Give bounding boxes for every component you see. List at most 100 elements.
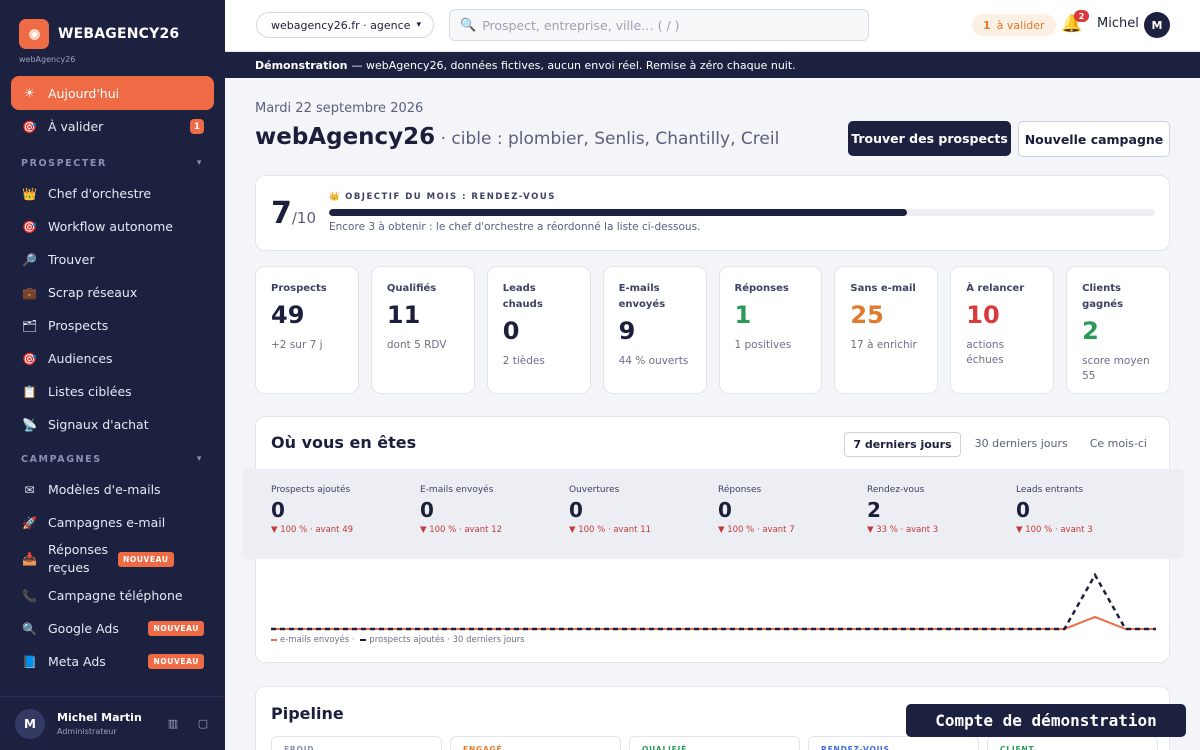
stat-card-prospects[interactable]: Prospects 49 +2 sur 7 j [255, 266, 359, 394]
target-icon: 🎯 [22, 119, 37, 134]
stat-label: Sans e-mail [850, 283, 916, 294]
stat-card-sans-e-mail[interactable]: Sans e-mail 25 17 à enrichir [834, 266, 939, 394]
search-icon: 🔍 [22, 621, 37, 636]
collapse-sidebar-icon[interactable]: ▢ [196, 717, 210, 731]
sidebar-item-label: Scrap réseaux [48, 285, 138, 300]
crown-icon: 👑 [22, 186, 37, 201]
sidebar-item-signaux-d-achat[interactable]: 📡 Signaux d'achat [11, 408, 214, 441]
goal-note: Encore 3 à obtenir : le chef d'orchestre… [329, 221, 701, 233]
sidebar-item-meta-ads[interactable]: 📘 Meta Ads NOUVEAU [11, 645, 214, 678]
stat-label: Réponses [734, 283, 789, 294]
stat-card-qualifies[interactable]: Qualifiés 11 dont 5 RDV [370, 266, 475, 394]
sidebar-section-campagnes[interactable]: CAMPAGNES ▾ [0, 445, 225, 473]
new-badge: NOUVEAU [148, 621, 204, 636]
progress-title: Où vous en êtes [271, 433, 417, 452]
pipeline-column-client[interactable]: CLIENT [987, 736, 1158, 750]
stat-value: 49 [271, 301, 305, 329]
stat-sub: dont 5 RDV [386, 339, 447, 351]
sidebar-item-campagnes-e-mail[interactable]: 🚀 Campagnes e-mail [11, 506, 214, 539]
activity-chart [271, 572, 1156, 631]
pipeline-column-engage[interactable]: ENGAGÉ [450, 736, 621, 750]
section-title: PROSPECTER [21, 157, 107, 169]
to-validate-label: à valider [996, 18, 1045, 32]
pipeline-columns: FROID ENGAGÉ QUALIFIÉ RENDEZ-VOUS CLIENT [271, 736, 1158, 750]
user-role: Administrateur [57, 727, 117, 736]
stat-card-clients-gagnes[interactable]: Clients gagnés 2 score moyen 55 [1066, 266, 1170, 394]
stat-label: Clients gagnés [1082, 283, 1124, 310]
find-prospects-button[interactable]: Trouver des prospects [848, 121, 1011, 156]
sidebar-item-listes-ciblees[interactable]: 📋 Listes ciblées [11, 375, 214, 408]
chevron-down-icon: ▾ [196, 454, 203, 464]
agency-select[interactable]: webagency26.fr · agence ▾ [256, 12, 434, 38]
inbox-icon: 📥 [22, 552, 37, 566]
sidebar-item-prospects[interactable]: 🗂 Prospects [11, 309, 214, 342]
top-avatar[interactable]: M [1144, 12, 1170, 38]
stat-sub: actions échues [966, 339, 1005, 366]
meta-icon: 📘 [22, 654, 37, 669]
tab-30-derniers-jours[interactable]: 30 derniers jours [967, 432, 1076, 457]
stat-card-a-relancer[interactable]: À relancer 10 actions échues [950, 266, 1055, 394]
new-badge: NOUVEAU [118, 551, 174, 567]
sidebar-item-label: Audiences [48, 351, 113, 366]
stat-card-reponses[interactable]: Réponses 1 1 positives [718, 266, 823, 394]
demo-banner-bold: Démonstration [255, 58, 348, 72]
metric-label: Rendez-vous [867, 485, 925, 495]
clipboard-icon: 📋 [22, 384, 37, 399]
new-campaign-button[interactable]: Nouvelle campagne [1018, 121, 1170, 157]
stat-label: À relancer [966, 283, 1025, 294]
sidebar-item-label: Google Ads [48, 621, 119, 636]
sidebar-item-scrap-reseaux[interactable]: 💼 Scrap réseaux [11, 276, 214, 309]
tab-7-derniers-jours[interactable]: 7 derniers jours [844, 432, 961, 457]
top-user-name[interactable]: Michel [1097, 16, 1139, 31]
building-icon[interactable]: ▥ [166, 717, 180, 731]
pipeline-column-rendez-vous[interactable]: RENDEZ-VOUS [808, 736, 979, 750]
brand[interactable]: WEBAGENCY26 [0, 0, 225, 49]
sidebar-item-label: Workflow autonome [48, 219, 173, 234]
metric-value: 0 [718, 498, 732, 522]
sidebar-item-chef-d-orchestre[interactable]: 👑 Chef d'orchestre [11, 177, 214, 210]
page-date: Mardi 22 septembre 2026 [255, 101, 424, 116]
sidebar-item-google-ads[interactable]: 🔍 Google Ads NOUVEAU [11, 612, 214, 645]
sidebar-user[interactable]: M Michel Martin Administrateur ▥ ▢ [0, 696, 225, 750]
tab-ce-mois-ci[interactable]: Ce mois-ci [1082, 432, 1155, 457]
stat-label: Qualifiés [386, 283, 437, 294]
stat-value: 11 [386, 301, 421, 329]
target-icon: 🎯 [22, 219, 37, 234]
sidebar-item-label: Meta Ads [48, 654, 106, 669]
stat-sub: 44 % ouverts [618, 355, 689, 367]
metric-label: Réponses [718, 485, 762, 495]
sidebar-item-campagne-telephone[interactable]: 📞 Campagne téléphone [11, 579, 214, 612]
sidebar-item-a-valider[interactable]: 🎯 À valider 1 [11, 110, 214, 143]
metric-label: Prospects ajoutés [271, 485, 351, 495]
metric-trend: ▼ 100 % · avant 12 [420, 525, 503, 535]
stat-card-leads-chauds[interactable]: Leads chauds 0 2 tièdes [486, 266, 591, 394]
sidebar-item-modeles-d-e-mails[interactable]: ✉ Modèles d'e-mails [11, 473, 214, 506]
series-line-e-mails-envoyes [271, 615, 1156, 630]
sidebar-section-prospecter[interactable]: PROSPECTER ▾ [0, 149, 225, 177]
new-badge: NOUVEAU [148, 654, 204, 669]
avatar: M [15, 708, 45, 739]
sidebar-item-reponses-recues[interactable]: 📥 Réponses reçues NOUVEAU [11, 539, 214, 579]
goal-label: 👑 OBJECTIF DU MOIS : RENDEZ-VOUS [329, 192, 556, 202]
sidebar-item-audiences[interactable]: 🎯 Audiences [11, 342, 214, 375]
sidebar-item-label: Trouver [48, 252, 95, 267]
progress-card: Où vous en êtes 7 derniers jours 30 derni… [242, 416, 1184, 663]
demo-banner-text: — webAgency26, données fictives, aucun e… [351, 58, 796, 72]
to-validate-button[interactable]: 1 à valider [972, 14, 1056, 36]
legend-emails: e-mails envoyés · [280, 635, 355, 645]
rocket-icon: 🚀 [22, 515, 37, 530]
search-placeholder: Prospect, entreprise, ville… ( / ) [482, 17, 680, 33]
metric-label: Leads entrants [1016, 485, 1084, 495]
stat-card-e-mails-envoyes[interactable]: E-mails envoyés 9 44 % ouverts [602, 266, 707, 394]
goal-progress-bar [329, 209, 1155, 216]
sidebar-item-trouver[interactable]: 🔎 Trouver [11, 243, 214, 276]
pipeline-column-qualifie[interactable]: QUALIFIÉ [629, 736, 800, 750]
sidebar-item-label: Campagnes e-mail [48, 515, 166, 530]
section-title: CAMPAGNES [21, 453, 102, 465]
demo-account-badge: Compte de démonstration [906, 704, 1186, 737]
pipeline-column-froid[interactable]: FROID [271, 736, 442, 750]
search-input[interactable]: 🔍 Prospect, entreprise, ville… ( / ) [449, 9, 869, 41]
sidebar-item-aujourd-hui[interactable]: ☀ Aujourd'hui [11, 76, 214, 110]
sidebar-item-workflow-autonome[interactable]: 🎯 Workflow autonome [11, 210, 214, 243]
chevron-down-icon: ▾ [196, 158, 203, 168]
